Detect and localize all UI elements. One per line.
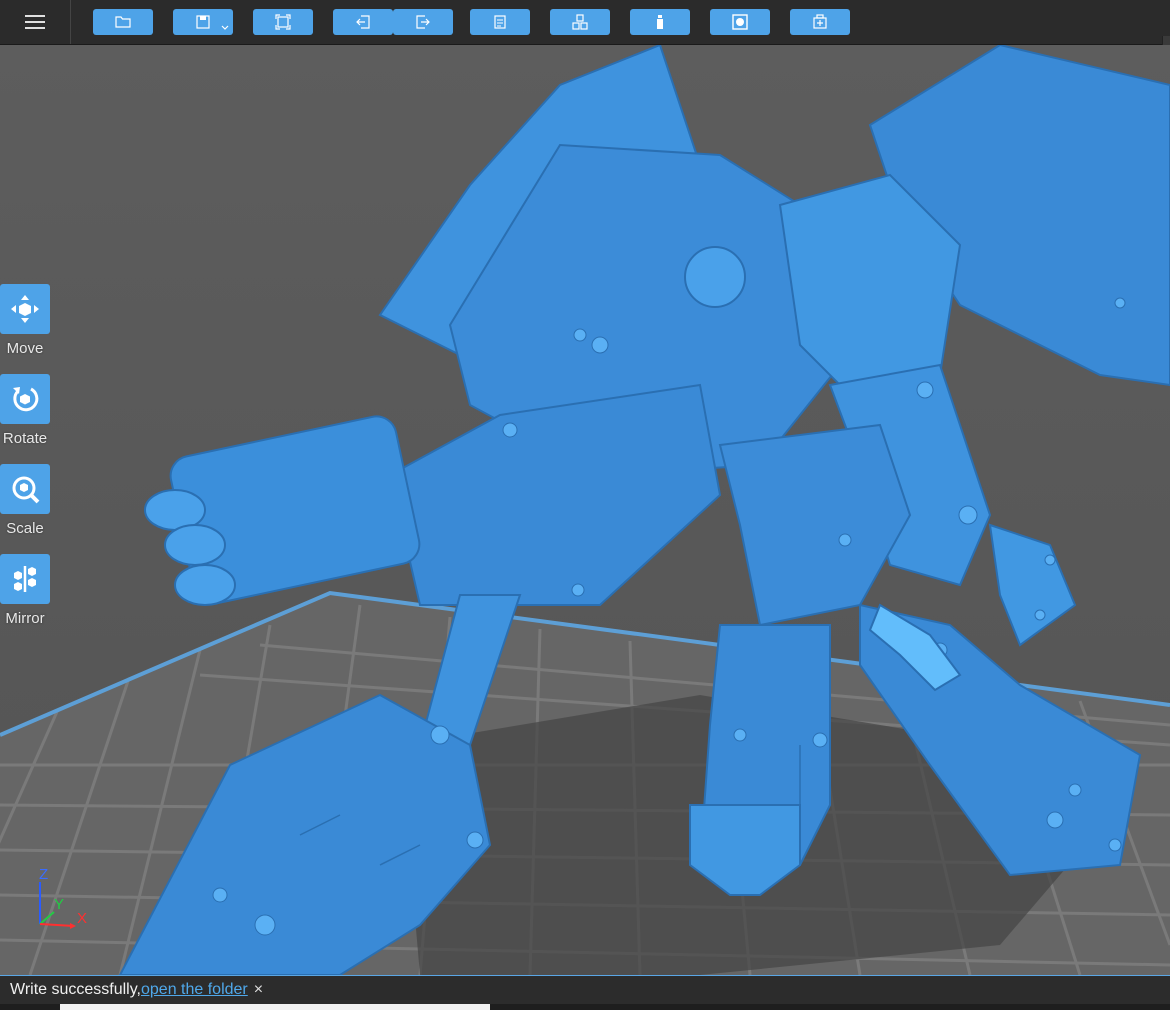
save-icon xyxy=(196,15,210,29)
scale-button[interactable] xyxy=(0,464,50,514)
rotate-tool[interactable]: Rotate xyxy=(0,374,50,447)
close-icon[interactable]: × xyxy=(254,981,263,999)
mirror-icon xyxy=(14,566,36,592)
mirror-button[interactable] xyxy=(0,554,50,604)
rotate-icon xyxy=(13,387,39,412)
hamburger-icon xyxy=(25,15,45,29)
folder-icon xyxy=(115,16,131,28)
frame-icon xyxy=(275,14,291,30)
open-folder-link[interactable]: open the folder xyxy=(141,981,248,999)
save-button[interactable] xyxy=(173,9,233,35)
add-box-icon xyxy=(813,14,827,29)
rotate-button[interactable] xyxy=(0,374,50,424)
status-bar: Write successfully, open the folder × xyxy=(0,975,1170,1004)
mirror-label: Mirror xyxy=(5,610,45,627)
x-axis-label: X xyxy=(77,910,88,927)
y-axis-label: Y xyxy=(54,896,65,913)
move-icon xyxy=(11,295,39,323)
3d-viewport[interactable]: Move Rotate Scale Mirror Z Y X xyxy=(0,45,1170,975)
z-axis-label: Z xyxy=(39,866,49,883)
move-tool[interactable]: Move xyxy=(0,284,50,357)
axis-gizmo: Z Y X xyxy=(34,866,94,930)
bottle-icon xyxy=(657,15,663,29)
scale-label: Scale xyxy=(6,520,44,537)
chevron-down-icon xyxy=(221,25,229,30)
scale-icon xyxy=(12,476,40,504)
arrange-button[interactable] xyxy=(550,9,610,35)
fit-view-button[interactable] xyxy=(253,9,313,35)
hollow-icon xyxy=(732,14,748,30)
rotate-label: Rotate xyxy=(2,430,48,447)
notes-button[interactable] xyxy=(470,9,530,35)
menu-button[interactable] xyxy=(0,0,71,44)
document-icon xyxy=(494,15,506,29)
import-button[interactable] xyxy=(333,9,393,35)
scene-canvas[interactable] xyxy=(0,45,1170,975)
top-toolbar xyxy=(0,0,1170,45)
import-icon xyxy=(356,15,370,29)
mirror-tool[interactable]: Mirror xyxy=(0,554,50,627)
open-file-button[interactable] xyxy=(93,9,153,35)
add-model-button[interactable] xyxy=(790,9,850,35)
export-button[interactable] xyxy=(393,9,453,35)
bottom-input-field[interactable] xyxy=(60,1004,490,1010)
move-button[interactable] xyxy=(0,284,50,334)
move-label: Move xyxy=(6,340,44,357)
status-message: Write successfully, xyxy=(10,981,141,998)
hollow-button[interactable] xyxy=(710,9,770,35)
support-button[interactable] xyxy=(630,9,690,35)
cubes-icon xyxy=(572,14,588,30)
export-icon xyxy=(416,15,430,29)
scale-tool[interactable]: Scale xyxy=(0,464,50,537)
